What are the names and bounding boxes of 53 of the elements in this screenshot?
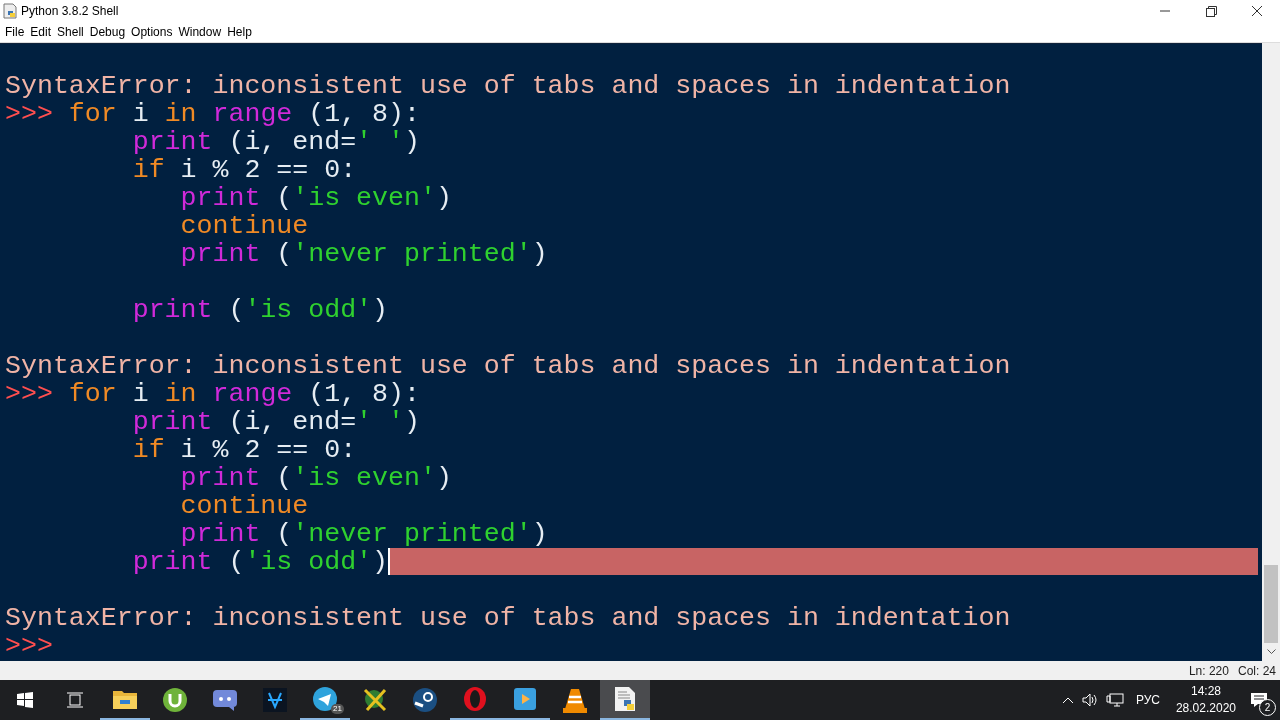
column-number: Col: 24 (1237, 663, 1276, 678)
menu-item[interactable]: Shell (54, 25, 87, 39)
u-letter-icon (162, 687, 188, 713)
code-line: >>> for i in range (1, 8): (5, 99, 420, 128)
traffic-cone-icon (563, 687, 587, 713)
folder-icon (112, 688, 138, 710)
code-line: SyntaxError: inconsistent use of tabs and spaces in indentation (5, 71, 1011, 100)
code-line: continue (179, 211, 309, 240)
restore-icon (1205, 5, 1217, 17)
code-line: print ('is odd') (131, 547, 389, 576)
chat-bubble-icon (212, 689, 238, 711)
code-line: print ('never printed') (179, 519, 548, 548)
python-file-icon (613, 686, 637, 712)
taskbar-app[interactable]: 21 (300, 680, 350, 720)
code-line: continue (179, 491, 309, 520)
code-line: >>> for i in range (1, 8): (5, 379, 420, 408)
python-file-icon (3, 3, 17, 19)
task-view-icon (66, 692, 84, 708)
network-icon (1105, 693, 1124, 707)
code-line: SyntaxError: inconsistent use of tabs and spaces in indentation (5, 351, 1011, 380)
code-line: print ('is even') (179, 183, 452, 212)
code-line: print (i, end=' ') (131, 407, 420, 436)
menu-item[interactable]: Edit (27, 25, 55, 39)
taskbar-app[interactable] (600, 680, 650, 720)
code-line: >>> (5, 631, 53, 660)
unread-count: 21 (331, 704, 344, 714)
notification-count: 2 (1259, 699, 1276, 716)
code-line: SyntaxError: inconsistent use of tabs and spaces in indentation (5, 603, 1011, 632)
scrollbar-thumb[interactable] (1264, 565, 1278, 644)
scrollbar[interactable] (1262, 42, 1280, 662)
menu-item[interactable]: File (2, 25, 28, 39)
input-language[interactable]: РУС (1135, 693, 1160, 707)
menu-item[interactable]: Debug (86, 25, 129, 39)
menu-item[interactable]: Window (175, 25, 225, 39)
windows-logo-icon (17, 692, 33, 708)
code-line: print ('is odd') (131, 295, 389, 324)
play-icon (513, 687, 537, 711)
speaker-icon (1081, 693, 1098, 707)
code-line: print (i, end=' ') (131, 127, 420, 156)
close-icon (1251, 5, 1263, 17)
clock-time: 14:28 (1190, 683, 1221, 700)
line-number: Ln: 220 (1188, 663, 1229, 678)
clock-date: 28.02.2020 (1175, 700, 1236, 717)
code-line: print ('is even') (179, 463, 452, 492)
code-line: if i % 2 == 0: (131, 435, 357, 464)
code-line: print ('never printed') (179, 239, 548, 268)
menu-item[interactable]: Help (224, 25, 255, 39)
window-title: Python 3.8.2 Shell (21, 4, 120, 18)
code-line: if i % 2 == 0: (131, 155, 357, 184)
scroll-down-icon (1266, 649, 1276, 656)
chevron-up-icon (1061, 696, 1074, 704)
o-logo-icon (462, 686, 488, 712)
menu-item[interactable]: Options (128, 25, 176, 39)
